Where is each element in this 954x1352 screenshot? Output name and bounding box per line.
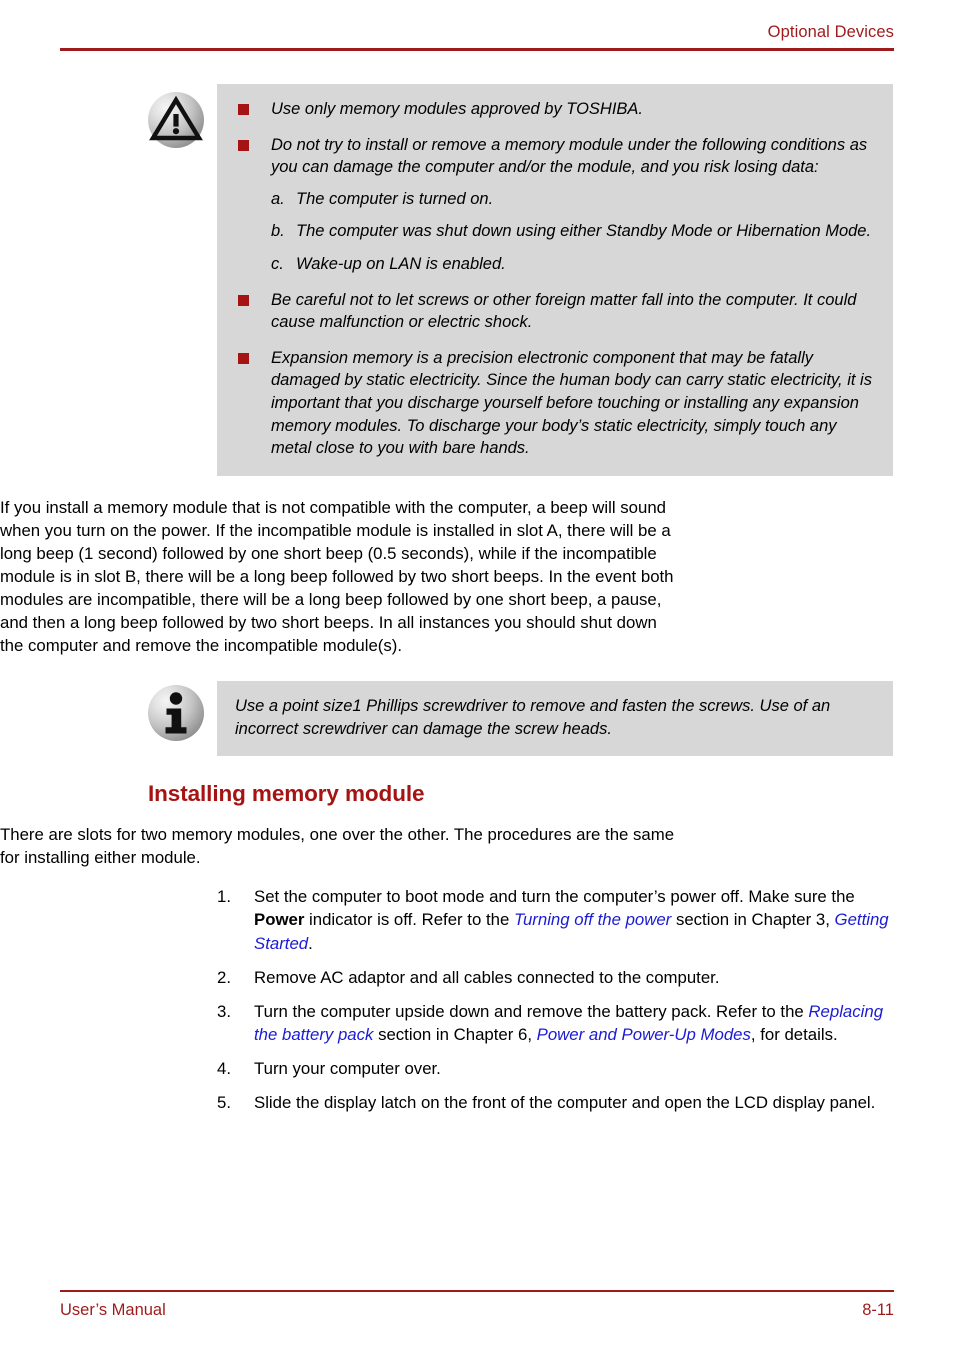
page-content: Use only memory modules approved by TOSH… <box>0 84 954 1114</box>
step-text-segment: Turn your computer over. <box>254 1058 441 1078</box>
step-text: Set the computer to boot mode and turn t… <box>254 887 889 952</box>
step-number: 4. <box>217 1058 231 1078</box>
step-text-segment: indicator is off. Refer to the <box>304 910 514 930</box>
info-notice-body: Use a point size1 Phillips screwdriver t… <box>217 681 893 757</box>
step-item: 2. Remove AC adaptor and all cables conn… <box>217 966 897 989</box>
warning-triangle-icon <box>148 92 206 150</box>
step-item: 1. Set the computer to boot mode and tur… <box>217 885 897 954</box>
header-chapter-title: Optional Devices <box>767 23 894 41</box>
warning-item-text: Use only memory modules approved by TOSH… <box>271 100 644 118</box>
info-notice-text: Use a point size1 Phillips screwdriver t… <box>235 697 831 738</box>
step-text-segment: section in Chapter 3, <box>671 910 835 930</box>
page-footer: User’s Manual 8-11 <box>60 1290 894 1320</box>
page-header: Optional Devices <box>60 22 894 51</box>
sub-item-marker: c. <box>271 254 284 273</box>
sub-item-marker: a. <box>271 189 285 208</box>
header-rule <box>60 48 894 51</box>
step-text: Turn the computer upside down and remove… <box>254 1002 883 1044</box>
installation-steps-list: 1. Set the computer to boot mode and tur… <box>217 885 897 1114</box>
warning-item: Do not try to install or remove a memory… <box>235 134 875 276</box>
warning-item: Use only memory modules approved by TOSH… <box>235 98 875 121</box>
sub-item-marker: b. <box>271 222 285 241</box>
step-text-segment: Set the computer to boot mode and turn t… <box>254 887 855 907</box>
step-number: 5. <box>217 1093 231 1113</box>
warning-triangle-glyph <box>149 95 203 141</box>
warning-sub-item: c. Wake-up on LAN is enabled. <box>271 253 875 276</box>
manual-page: Optional Devices Use only memory modules… <box>0 0 954 1352</box>
info-i-icon <box>148 685 206 743</box>
warning-sub-list: a. The computer is turned on. b. The com… <box>271 188 875 276</box>
sub-item-text: The computer is turned on. <box>296 189 494 208</box>
page-section-heading: Installing memory module <box>148 781 425 807</box>
info-i-glyph <box>165 692 187 734</box>
footer-row: User’s Manual 8-11 <box>60 1300 894 1320</box>
step-text-segment: Remove AC adaptor and all cables connect… <box>254 967 720 987</box>
step-text: Remove AC adaptor and all cables connect… <box>254 968 720 987</box>
step-text-segment: Turn the computer upside down and remove… <box>254 1001 809 1021</box>
section-intro-paragraph: There are slots for two memory modules, … <box>0 825 675 868</box>
warning-item: Be careful not to let screws or other fo… <box>235 289 875 334</box>
step-item: 5. Slide the display latch on the front … <box>217 1091 897 1114</box>
info-icon-sphere <box>148 685 204 742</box>
footer-rule <box>60 1290 894 1292</box>
cross-reference-link[interactable]: Power and Power-Up Modes <box>537 1025 751 1044</box>
square-bullet-icon <box>238 352 249 364</box>
warning-notice: Use only memory modules approved by TOSH… <box>148 84 893 476</box>
sub-item-text: Wake-up on LAN is enabled. <box>296 254 506 273</box>
step-text-segment: . <box>308 933 313 953</box>
step-text-segment: section in Chapter 6, <box>373 1024 537 1044</box>
footer-manual-label: User’s Manual <box>60 1301 166 1319</box>
step-number: 3. <box>217 1001 231 1021</box>
step-item: 4. Turn your computer over. <box>217 1057 897 1080</box>
warning-item-list: Use only memory modules approved by TOSH… <box>235 98 875 460</box>
warning-item-text: Be careful not to let screws or other fo… <box>271 290 857 332</box>
beep-explanation-paragraph: If you install a memory module that is n… <box>0 497 674 656</box>
warning-item: Expansion memory is a precision electron… <box>235 347 875 460</box>
step-text-segment: Slide the display latch on the front of … <box>254 1093 876 1113</box>
step-bold-term: Power <box>254 910 305 930</box>
square-bullet-icon <box>238 104 249 115</box>
square-bullet-icon <box>238 294 249 306</box>
warning-sub-item: b. The computer was shut down using eith… <box>271 220 875 243</box>
info-notice: Use a point size1 Phillips screwdriver t… <box>148 681 893 757</box>
cross-reference-link[interactable]: Turning off the power <box>514 910 671 929</box>
warning-sub-item: a. The computer is turned on. <box>271 188 875 211</box>
square-bullet-icon <box>238 139 249 151</box>
step-text: Slide the display latch on the front of … <box>254 1093 875 1112</box>
sub-item-text: The computer was shut down using either … <box>296 222 872 241</box>
step-item: 3. Turn the computer upside down and rem… <box>217 1000 897 1046</box>
footer-page-number: 8-11 <box>862 1301 894 1319</box>
step-number: 1. <box>217 887 231 907</box>
warning-icon-sphere <box>148 92 204 148</box>
warning-item-text: Do not try to install or remove a memory… <box>271 135 868 177</box>
step-text-segment: , for details. <box>750 1024 838 1044</box>
warning-item-text: Expansion memory is a precision electron… <box>271 348 872 458</box>
step-number: 2. <box>217 967 231 987</box>
warning-notice-body: Use only memory modules approved by TOSH… <box>217 84 893 476</box>
step-text: Turn your computer over. <box>254 1059 441 1078</box>
